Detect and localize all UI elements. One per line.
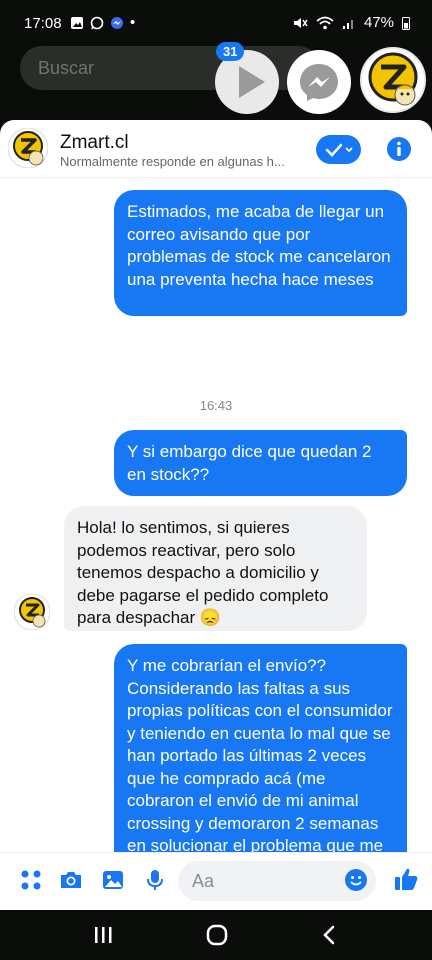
back-icon[interactable] <box>318 923 342 947</box>
message-timestamp: 16:43 <box>199 398 233 413</box>
check-icon <box>325 143 353 157</box>
wifi-icon <box>316 16 334 29</box>
notification-dot: • <box>130 14 136 31</box>
chat-panel: Zmart.cl Normalmente responde en algunas… <box>0 120 432 910</box>
composer: Aa <box>0 852 432 910</box>
messenger-icon <box>300 64 338 101</box>
contact-name[interactable]: Zmart.cl <box>60 132 129 154</box>
info-icon[interactable] <box>386 136 412 162</box>
gallery-picker-icon[interactable] <box>100 867 126 893</box>
gallery-icon <box>71 16 83 29</box>
more-actions-icon[interactable] <box>18 867 44 893</box>
outgoing-message[interactable]: Y me cobrarían el envío?? Considerando l… <box>114 644 407 852</box>
notification-icons: • <box>70 14 135 31</box>
mute-icon <box>293 17 308 28</box>
outgoing-message[interactable]: Y si embargo dice que quedan 2 en stock?… <box>114 430 407 496</box>
system-nav-bar <box>0 910 432 960</box>
message-input-placeholder: Aa <box>192 871 215 891</box>
messenger-status-icon <box>111 16 123 29</box>
microphone-icon[interactable] <box>142 867 168 893</box>
outgoing-message[interactable]: Estimados, me acaba de llegar un correo … <box>114 190 407 316</box>
unread-badge: 31 <box>216 42 245 61</box>
recent-apps-icon[interactable] <box>92 924 114 946</box>
emoji-icon[interactable] <box>343 867 369 893</box>
contact-avatar[interactable] <box>8 128 48 168</box>
status-time: 17:08 <box>24 15 62 32</box>
contact-chat-head[interactable] <box>360 47 426 113</box>
battery-level: 47% <box>363 14 394 31</box>
like-icon[interactable] <box>392 865 420 893</box>
search-placeholder: Buscar <box>38 58 95 78</box>
home-icon[interactable] <box>205 923 229 947</box>
status-bar: 17:08 • 47% <box>0 0 432 46</box>
chat-header: Zmart.cl Normalmente responde en algunas… <box>0 120 432 178</box>
signal-icon <box>342 19 353 29</box>
messenger-chat-head[interactable] <box>287 50 351 114</box>
system-status: 47% <box>292 14 410 31</box>
message-list[interactable]: Estimados, me acaba de llegar un correo … <box>0 178 432 852</box>
zmart-logo-icon <box>362 49 424 111</box>
mark-done-button[interactable] <box>316 135 361 164</box>
sender-avatar <box>14 594 50 630</box>
whatsapp-icon <box>90 16 104 29</box>
incoming-message[interactable]: Hola! lo sentimos, si quieres podemos re… <box>64 506 367 631</box>
response-time: Normalmente responde en algunas h... <box>60 154 285 169</box>
battery-icon <box>402 16 410 30</box>
camera-icon[interactable] <box>58 867 84 893</box>
